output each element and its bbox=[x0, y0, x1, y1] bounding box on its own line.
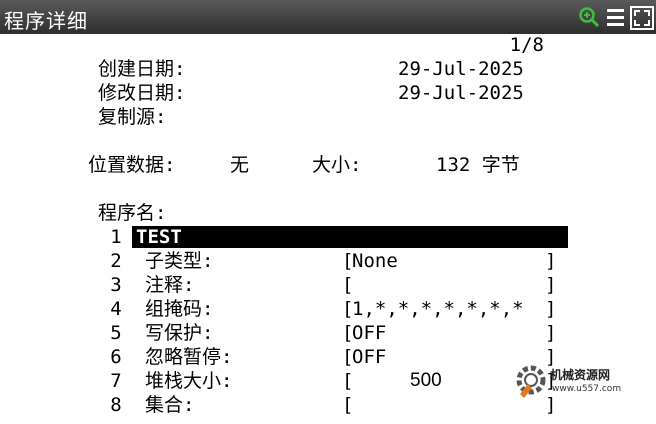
bracket-open: [ bbox=[342, 274, 354, 296]
row-number: 2 bbox=[110, 250, 122, 272]
created-date-label: 创建日期: bbox=[98, 58, 186, 80]
subtype-value[interactable]: None bbox=[352, 250, 398, 272]
bracket-close: ] bbox=[545, 298, 557, 320]
subtype-label: 子类型: bbox=[145, 250, 214, 272]
ignore-pause-label: 忽略暂停: bbox=[145, 346, 233, 368]
stack-size-label: 堆栈大小: bbox=[145, 370, 233, 392]
modified-date-value: 29-Jul-2025 bbox=[398, 82, 524, 104]
group-mask-label: 组掩码: bbox=[145, 298, 214, 320]
bracket-close: ] bbox=[545, 250, 557, 272]
comment-label: 注释: bbox=[145, 274, 195, 296]
group-mask-value[interactable]: 1,*,*,*,*,*,*,* bbox=[352, 298, 524, 320]
row-number: 7 bbox=[110, 370, 122, 392]
write-protect-value[interactable]: OFF bbox=[352, 322, 386, 344]
bracket-open: [ bbox=[342, 370, 354, 392]
window-title: 程序详细 bbox=[4, 9, 88, 33]
gear-icon bbox=[516, 365, 546, 398]
watermark-name: 机械资源网 bbox=[550, 368, 611, 382]
position-data-value: 无 bbox=[230, 154, 250, 176]
position-data-label: 位置数据: bbox=[88, 154, 176, 176]
bracket-close: ] bbox=[545, 322, 557, 344]
watermark-url: www.u557.com bbox=[552, 384, 622, 394]
title-bar: 程序详细 bbox=[0, 0, 656, 34]
row-number: 5 bbox=[110, 322, 122, 344]
program-name-field-highlight[interactable] bbox=[132, 226, 568, 248]
page-indicator: 1/8 bbox=[509, 34, 544, 56]
program-name-label: 程序名: bbox=[98, 202, 167, 224]
program-name-value[interactable]: TEST bbox=[136, 226, 182, 248]
size-label: 大小: bbox=[312, 154, 362, 176]
row-number: 1 bbox=[110, 226, 122, 248]
watermark: 机械资源网 www.u557.com bbox=[512, 360, 632, 402]
row-number: 4 bbox=[110, 298, 122, 320]
write-protect-label: 写保护: bbox=[145, 322, 214, 344]
row-number: 3 bbox=[110, 274, 122, 296]
row-number: 8 bbox=[110, 394, 122, 416]
collection-label: 集合: bbox=[145, 394, 195, 416]
menu-icon[interactable] bbox=[606, 6, 626, 28]
fullscreen-icon[interactable] bbox=[630, 6, 654, 30]
size-value: 132 字节 bbox=[436, 154, 520, 176]
stack-size-value[interactable]: 500 bbox=[410, 370, 442, 392]
bracket-close: ] bbox=[545, 274, 557, 296]
created-date-value: 29-Jul-2025 bbox=[398, 58, 524, 80]
row-number: 6 bbox=[110, 346, 122, 368]
ignore-pause-value[interactable]: OFF bbox=[352, 346, 386, 368]
modified-date-label: 修改日期: bbox=[98, 82, 186, 104]
zoom-icon[interactable] bbox=[578, 6, 600, 28]
copy-source-label: 复制源: bbox=[98, 106, 167, 128]
bracket-open: [ bbox=[342, 394, 354, 416]
